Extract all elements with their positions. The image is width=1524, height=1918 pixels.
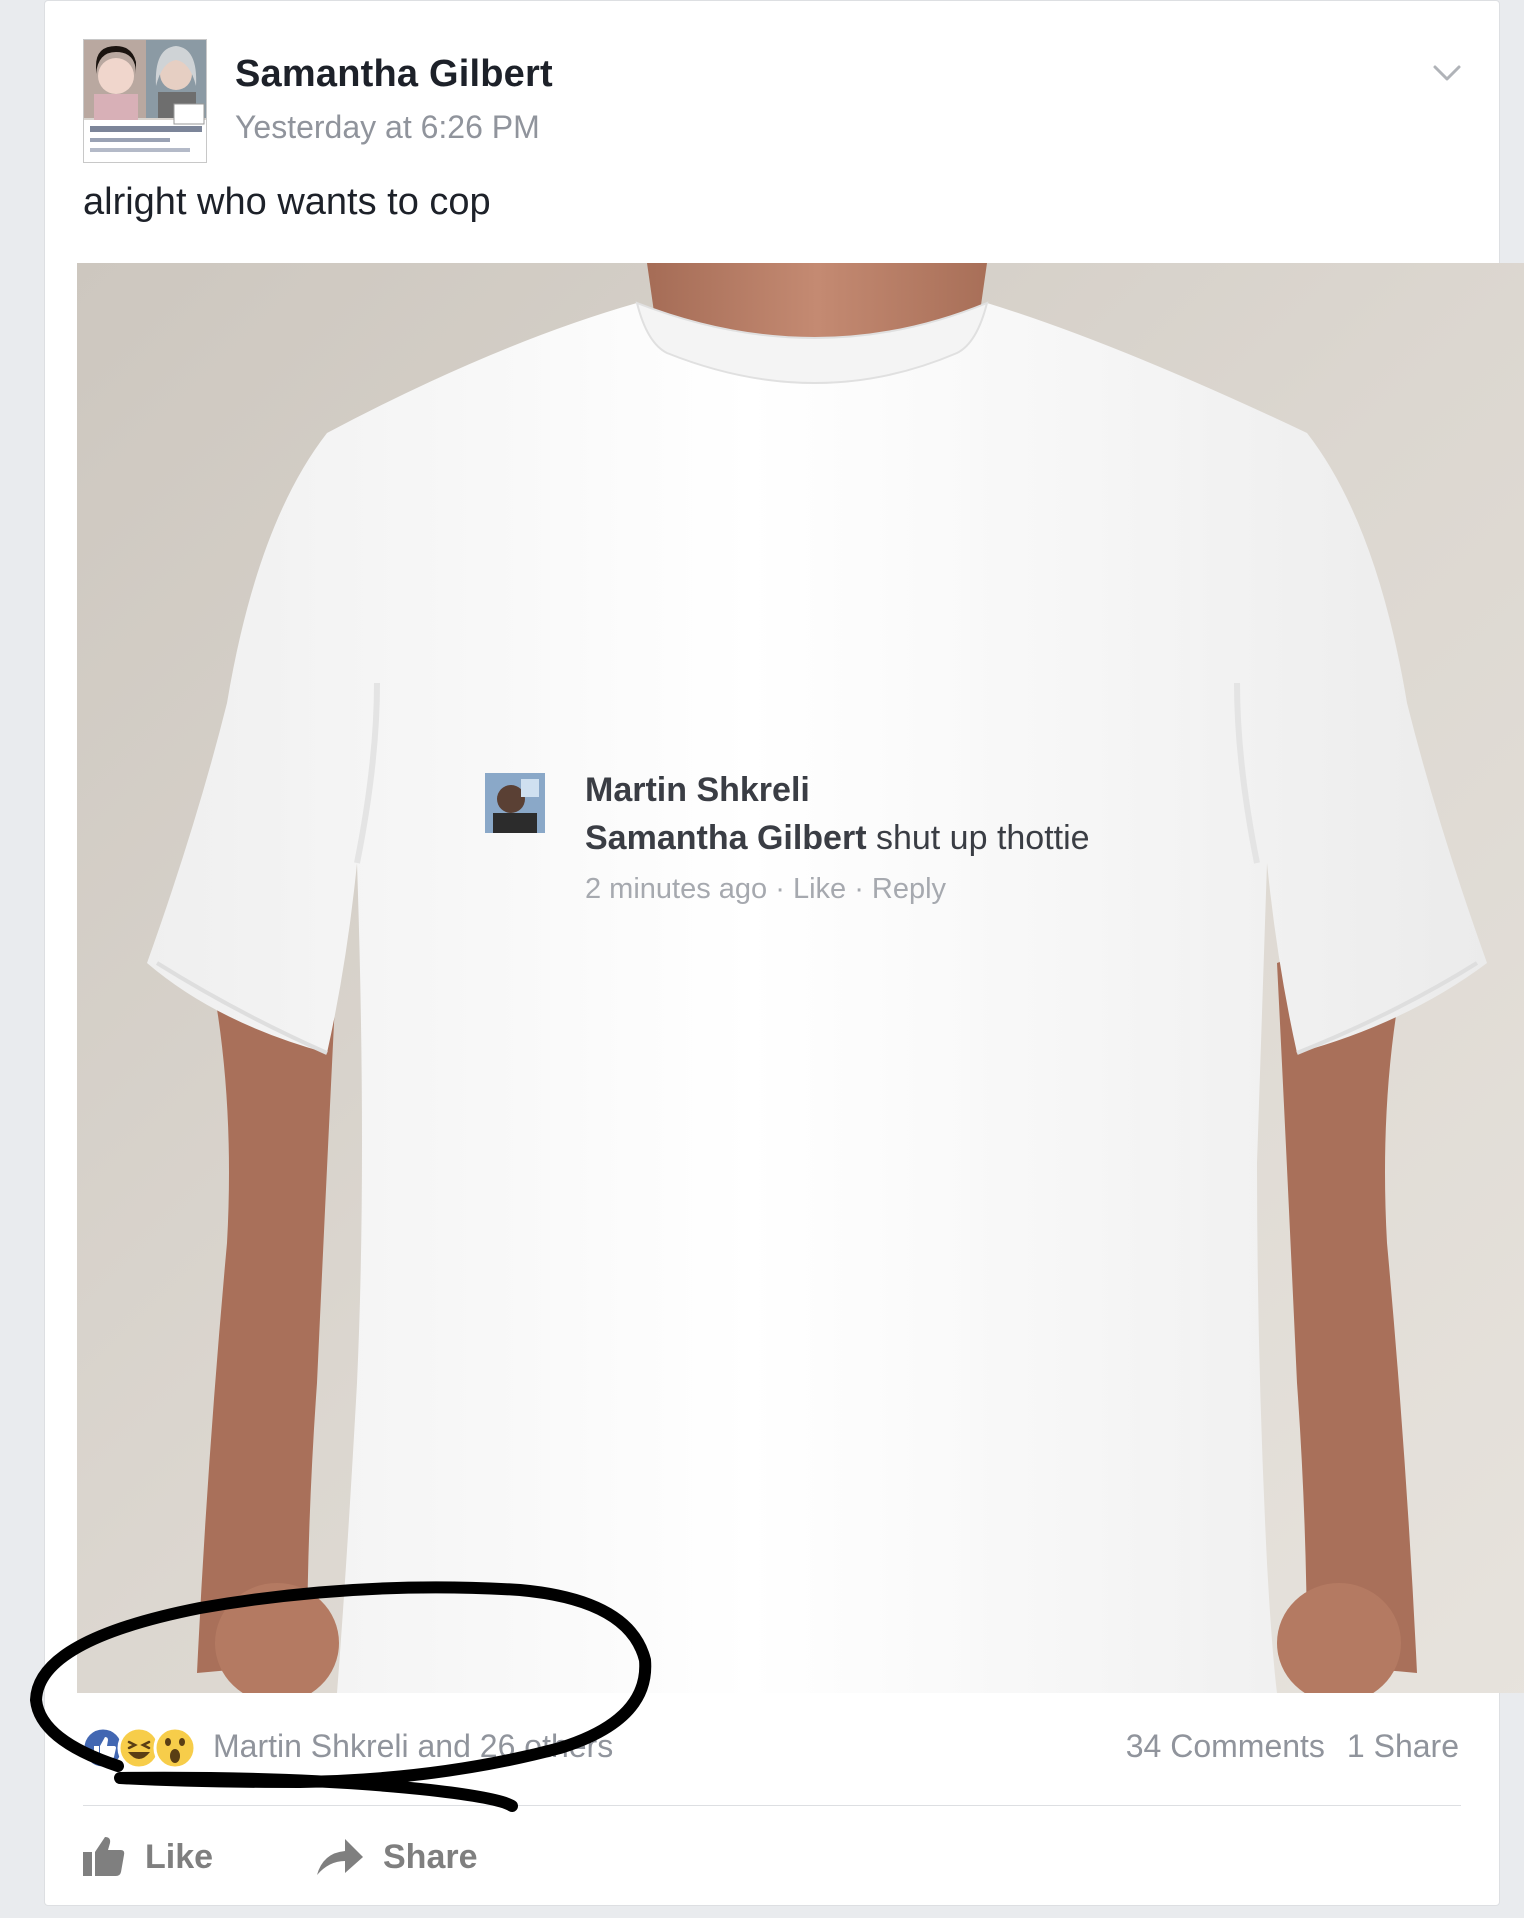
- share-label: Share: [383, 1837, 478, 1876]
- author-avatar[interactable]: [83, 39, 207, 163]
- thumbs-up-icon: [83, 1837, 125, 1876]
- author-name[interactable]: Samantha Gilbert: [235, 53, 553, 96]
- share-button[interactable]: Share: [315, 1831, 478, 1883]
- post-actions: Like Share: [45, 1817, 1499, 1897]
- post-text: alright who wants to cop: [83, 181, 491, 223]
- reactors-text[interactable]: Martin Shkreli and 26 others: [213, 1728, 613, 1765]
- post-stats: Martin Shkreli and 26 others 34 Comments…: [45, 1706, 1499, 1790]
- wow-reaction-icon: [153, 1726, 197, 1770]
- post-header: Samantha Gilbert Yesterday at 6:26 PM al…: [45, 1, 1499, 256]
- comment-meta: 2 minutes ago · Like · Reply: [585, 873, 947, 905]
- like-reaction-icon: [81, 1726, 125, 1770]
- post-card: Samantha Gilbert Yesterday at 6:26 PM al…: [44, 0, 1524, 1906]
- shares-count[interactable]: 1 Share: [1347, 1728, 1459, 1764]
- comment-line: Samantha Gilbert shut up thottie: [585, 819, 1090, 858]
- post-photo[interactable]: Martin Shkreli Samantha Gilbert shut up …: [77, 263, 1524, 1693]
- actions-divider: [83, 1805, 1461, 1806]
- commenter-avatar: [485, 773, 545, 833]
- chevron-down-icon[interactable]: [1431, 61, 1463, 87]
- comment-text: shut up thottie: [866, 819, 1090, 857]
- comments-count[interactable]: 34 Comments: [1126, 1728, 1325, 1764]
- post-timestamp[interactable]: Yesterday at 6:26 PM: [235, 109, 540, 146]
- comment-mention: Samantha Gilbert: [585, 819, 867, 857]
- engagement-counts: 34 Comments 1 Share: [1104, 1728, 1459, 1765]
- like-label: Like: [145, 1837, 214, 1876]
- like-button[interactable]: Like: [81, 1831, 213, 1883]
- reaction-icons[interactable]: [79, 1724, 219, 1772]
- haha-reaction-icon: [117, 1726, 161, 1770]
- commenter-name: Martin Shkreli: [585, 771, 810, 809]
- share-arrow-icon: [317, 1839, 363, 1875]
